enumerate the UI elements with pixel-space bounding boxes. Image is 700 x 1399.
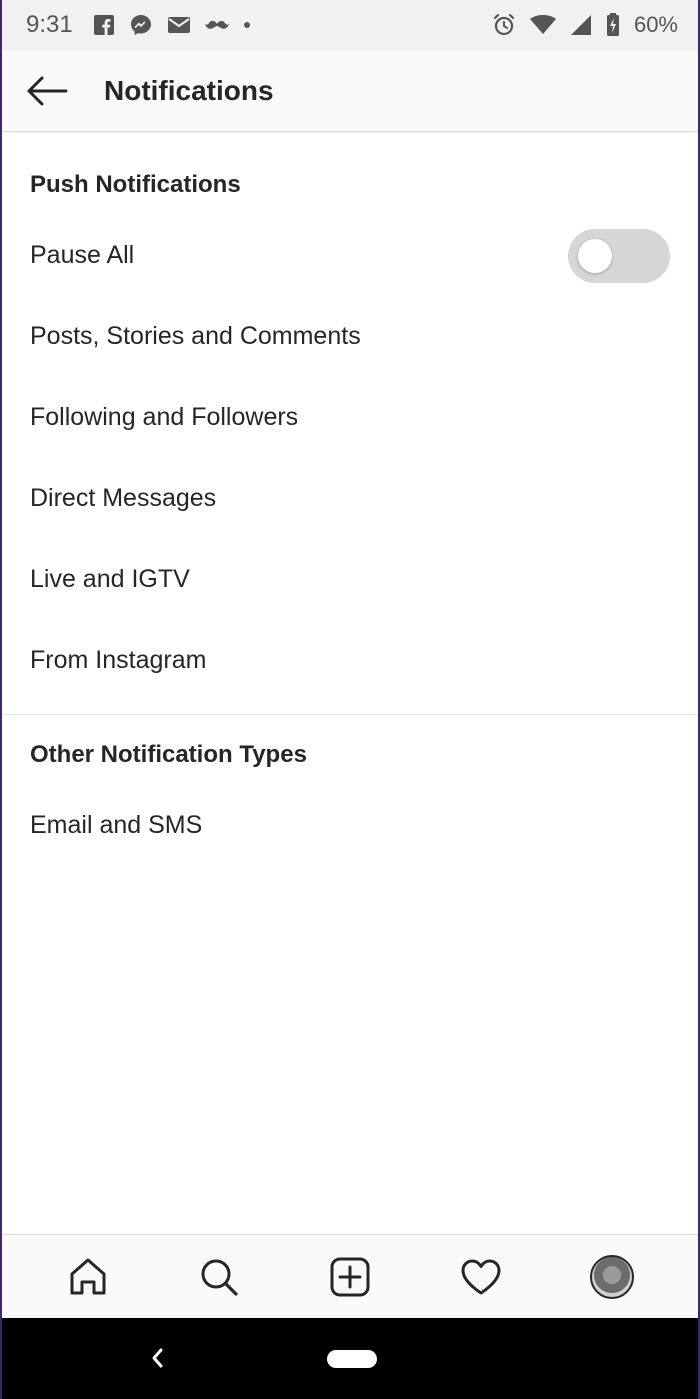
nav-new-post[interactable] xyxy=(310,1237,390,1317)
system-nav-bar xyxy=(2,1318,698,1399)
setting-row-pause-all[interactable]: Pause All xyxy=(2,215,698,296)
alarm-icon xyxy=(492,13,516,37)
setting-label: Live and IGTV xyxy=(30,565,190,593)
search-icon xyxy=(201,1259,238,1296)
battery-percentage: 60% xyxy=(633,12,678,37)
messenger-icon xyxy=(129,13,153,37)
setting-row-email-sms[interactable]: Email and SMS xyxy=(2,785,698,866)
setting-row-direct-messages[interactable]: Direct Messages xyxy=(2,458,698,539)
add-post-icon xyxy=(330,1257,370,1296)
setting-label: Posts, Stories and Comments xyxy=(30,322,361,350)
profile-avatar xyxy=(590,1254,635,1299)
signal-icon xyxy=(570,14,592,36)
status-system-icons: 60% xyxy=(492,12,678,38)
setting-label: Direct Messages xyxy=(30,484,217,512)
setting-label: Email and SMS xyxy=(30,811,203,839)
setting-row-live-igtv[interactable]: Live and IGTV xyxy=(2,539,698,620)
status-bar: 9:31 60% xyxy=(2,0,698,50)
nav-search[interactable] xyxy=(179,1237,259,1317)
wifi-icon xyxy=(529,15,556,35)
mustache-icon xyxy=(204,19,229,31)
nav-activity[interactable] xyxy=(441,1237,521,1317)
nav-home[interactable] xyxy=(48,1237,128,1317)
page-title: Notifications xyxy=(104,74,274,106)
nav-profile[interactable] xyxy=(572,1237,652,1317)
system-back-button[interactable] xyxy=(142,1340,172,1376)
arrow-left-icon xyxy=(27,76,68,105)
battery-charging-icon xyxy=(606,13,620,37)
status-time: 9:31 xyxy=(26,11,73,38)
setting-row-following-followers[interactable]: Following and Followers xyxy=(2,377,698,458)
setting-label: Following and Followers xyxy=(30,403,299,431)
back-button[interactable] xyxy=(2,50,92,132)
pause-all-toggle[interactable] xyxy=(568,228,670,283)
home-icon xyxy=(70,1258,106,1294)
mail-icon xyxy=(167,16,191,34)
toggle-knob xyxy=(578,238,612,273)
chevron-left-icon xyxy=(152,1348,163,1368)
setting-label: Pause All xyxy=(30,241,135,269)
app-frame: 9:31 60% Notifications Push Notification… xyxy=(0,0,700,1399)
dot-icon xyxy=(243,21,251,29)
setting-row-posts-stories-comments[interactable]: Posts, Stories and Comments xyxy=(2,296,698,377)
bottom-nav xyxy=(2,1234,698,1318)
status-notification-icons xyxy=(93,13,251,37)
section-title-push-notifications: Push Notifications xyxy=(30,171,241,198)
app-bar: Notifications xyxy=(2,50,698,132)
setting-row-from-instagram[interactable]: From Instagram xyxy=(2,620,698,701)
section-title-other-notification-types: Other Notification Types xyxy=(30,741,307,768)
heart-icon xyxy=(461,1259,501,1294)
settings-content: Push Notifications Pause All Posts, Stor… xyxy=(2,133,698,866)
facebook-icon xyxy=(93,14,115,36)
system-home-pill[interactable] xyxy=(327,1350,377,1368)
setting-label: From Instagram xyxy=(30,646,207,674)
